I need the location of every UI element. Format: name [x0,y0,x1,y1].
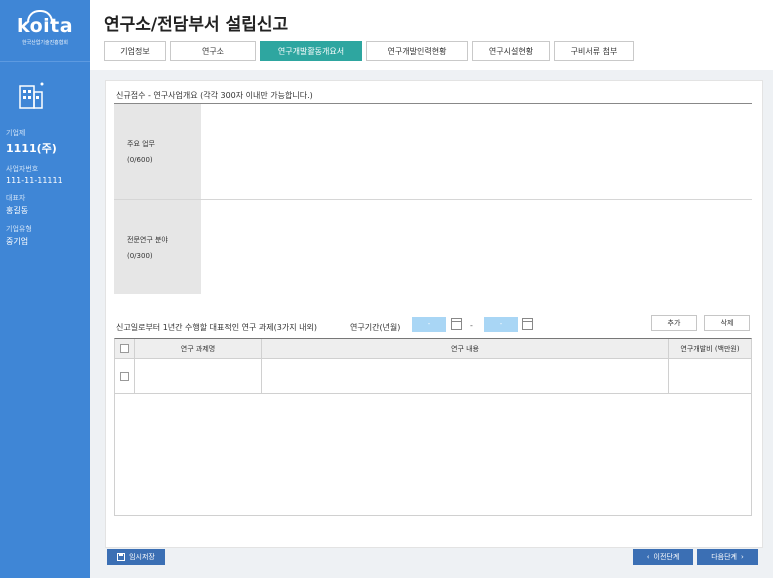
project-budget-input[interactable] [669,359,751,393]
tab-research-facilities[interactable]: 연구시설현황 [472,41,550,61]
main-work-label: 주요 업무 [127,140,155,148]
form-panel: 신규접수 - 연구사업개요 (각각 300자 이내만 가능합니다.) 주요 업무… [105,80,763,548]
app-root: koita 한국산업기술진흥협회 기업제 1111(주) 사업자번호 111-1… [0,0,773,578]
overview-section-title: 신규접수 - 연구사업개요 (각각 300자 이내만 가능합니다.) [116,91,313,100]
research-field-count: (0/300) [127,251,153,260]
research-field-header: 전문연구 분야 (0/300) [114,200,201,294]
header: 연구소/전담부서 설립신고 기업정보 연구소 연구개발활동개요서 연구개발인력현… [90,0,773,70]
tab-rnd-overview[interactable]: 연구개발활동개요서 [260,41,362,61]
prev-step-label: 이전단계 [653,553,680,561]
grid-header: 연구 과제명 연구 내용 연구개발비 (백만원) [115,339,751,359]
period-start-input[interactable]: - [412,317,446,332]
biz-no-value: 111-11-11111 [6,176,63,185]
sidebar: koita 한국산업기술진흥협회 기업제 1111(주) 사업자번호 111-1… [0,0,90,578]
page-title: 연구소/전담부서 설립신고 [104,15,289,35]
company-info: 기업제 1111(주) 사업자번호 111-11-11111 대표자 홍길동 기… [0,114,90,247]
col-project-name: 연구 과제명 [135,339,262,358]
research-field-row: 전문연구 분야 (0/300) [114,200,752,294]
projects-grid: 연구 과제명 연구 내용 연구개발비 (백만원) [114,338,752,516]
type-label: 기업유형 [6,225,32,233]
next-step-button[interactable]: 다음단계 › [697,549,758,565]
biz-no-label: 사업자번호 [6,165,39,173]
company-label: 기업제 [6,129,26,137]
company-value: 1111(주) [6,142,57,155]
logo-subtext: 한국산업기술진흥협회 [21,39,68,46]
main-work-textarea[interactable] [201,104,752,199]
research-field-textarea[interactable] [201,200,752,294]
logo[interactable]: koita 한국산업기술진흥협회 [0,0,90,62]
main-work-count: (0/600) [127,156,153,164]
temp-save-label: 임시저장 [129,553,155,561]
logo-arc-icon [26,9,53,22]
research-field-label: 전문연구 분야 [127,235,168,244]
row-checkbox[interactable] [120,371,129,381]
ceo-label: 대표자 [6,194,26,202]
chevron-left-icon: ‹ [646,553,650,561]
logo-text: koita [17,9,73,36]
project-name-input[interactable] [135,359,262,393]
tab-lab[interactable]: 연구소 [170,41,256,61]
col-project-content: 연구 내용 [262,339,669,358]
period-end-input[interactable]: - [484,317,518,332]
col-project-budget: 연구개발비 (백만원) [680,344,740,353]
next-step-label: 다음단계 [711,553,737,561]
row-select-cell [115,359,135,393]
select-all-cell [115,339,135,358]
tab-rnd-staff[interactable]: 연구개발인력현황 [366,41,468,61]
table-row [115,359,751,394]
step-tabs: 기업정보 연구소 연구개발활동개요서 연구개발인력현황 연구시설현황 구비서류 … [104,41,634,61]
type-value: 중기업 [6,237,29,246]
save-icon [117,553,126,561]
period-label: 연구기간(년월) [350,323,401,332]
calendar-icon[interactable] [451,318,462,330]
chevron-right-icon: › [740,553,744,561]
tab-attachments[interactable]: 구비서류 첨부 [554,41,634,61]
overview-table: 주요 업무 (0/600) 전문연구 분야 (0/300) [114,104,752,294]
period-separator: - [470,321,473,330]
temp-save-button[interactable]: 임시저장 [107,549,165,565]
building-icon [19,82,44,109]
select-all-checkbox[interactable] [120,344,129,353]
projects-title: 신고일로부터 1년간 수행할 대표적인 연구 과제(3가지 내외) [116,323,317,332]
tab-company-info[interactable]: 기업정보 [104,41,166,61]
ceo-value: 홍길동 [6,206,29,215]
prev-step-button[interactable]: ‹ 이전단계 [633,549,693,565]
main-work-row: 주요 업무 (0/600) [114,104,752,200]
project-content-input[interactable] [262,359,669,393]
calendar-icon[interactable] [522,318,533,330]
main-work-header: 주요 업무 (0/600) [114,104,201,199]
delete-button[interactable]: 삭제 [704,315,750,331]
add-button[interactable]: 추가 [651,315,697,331]
